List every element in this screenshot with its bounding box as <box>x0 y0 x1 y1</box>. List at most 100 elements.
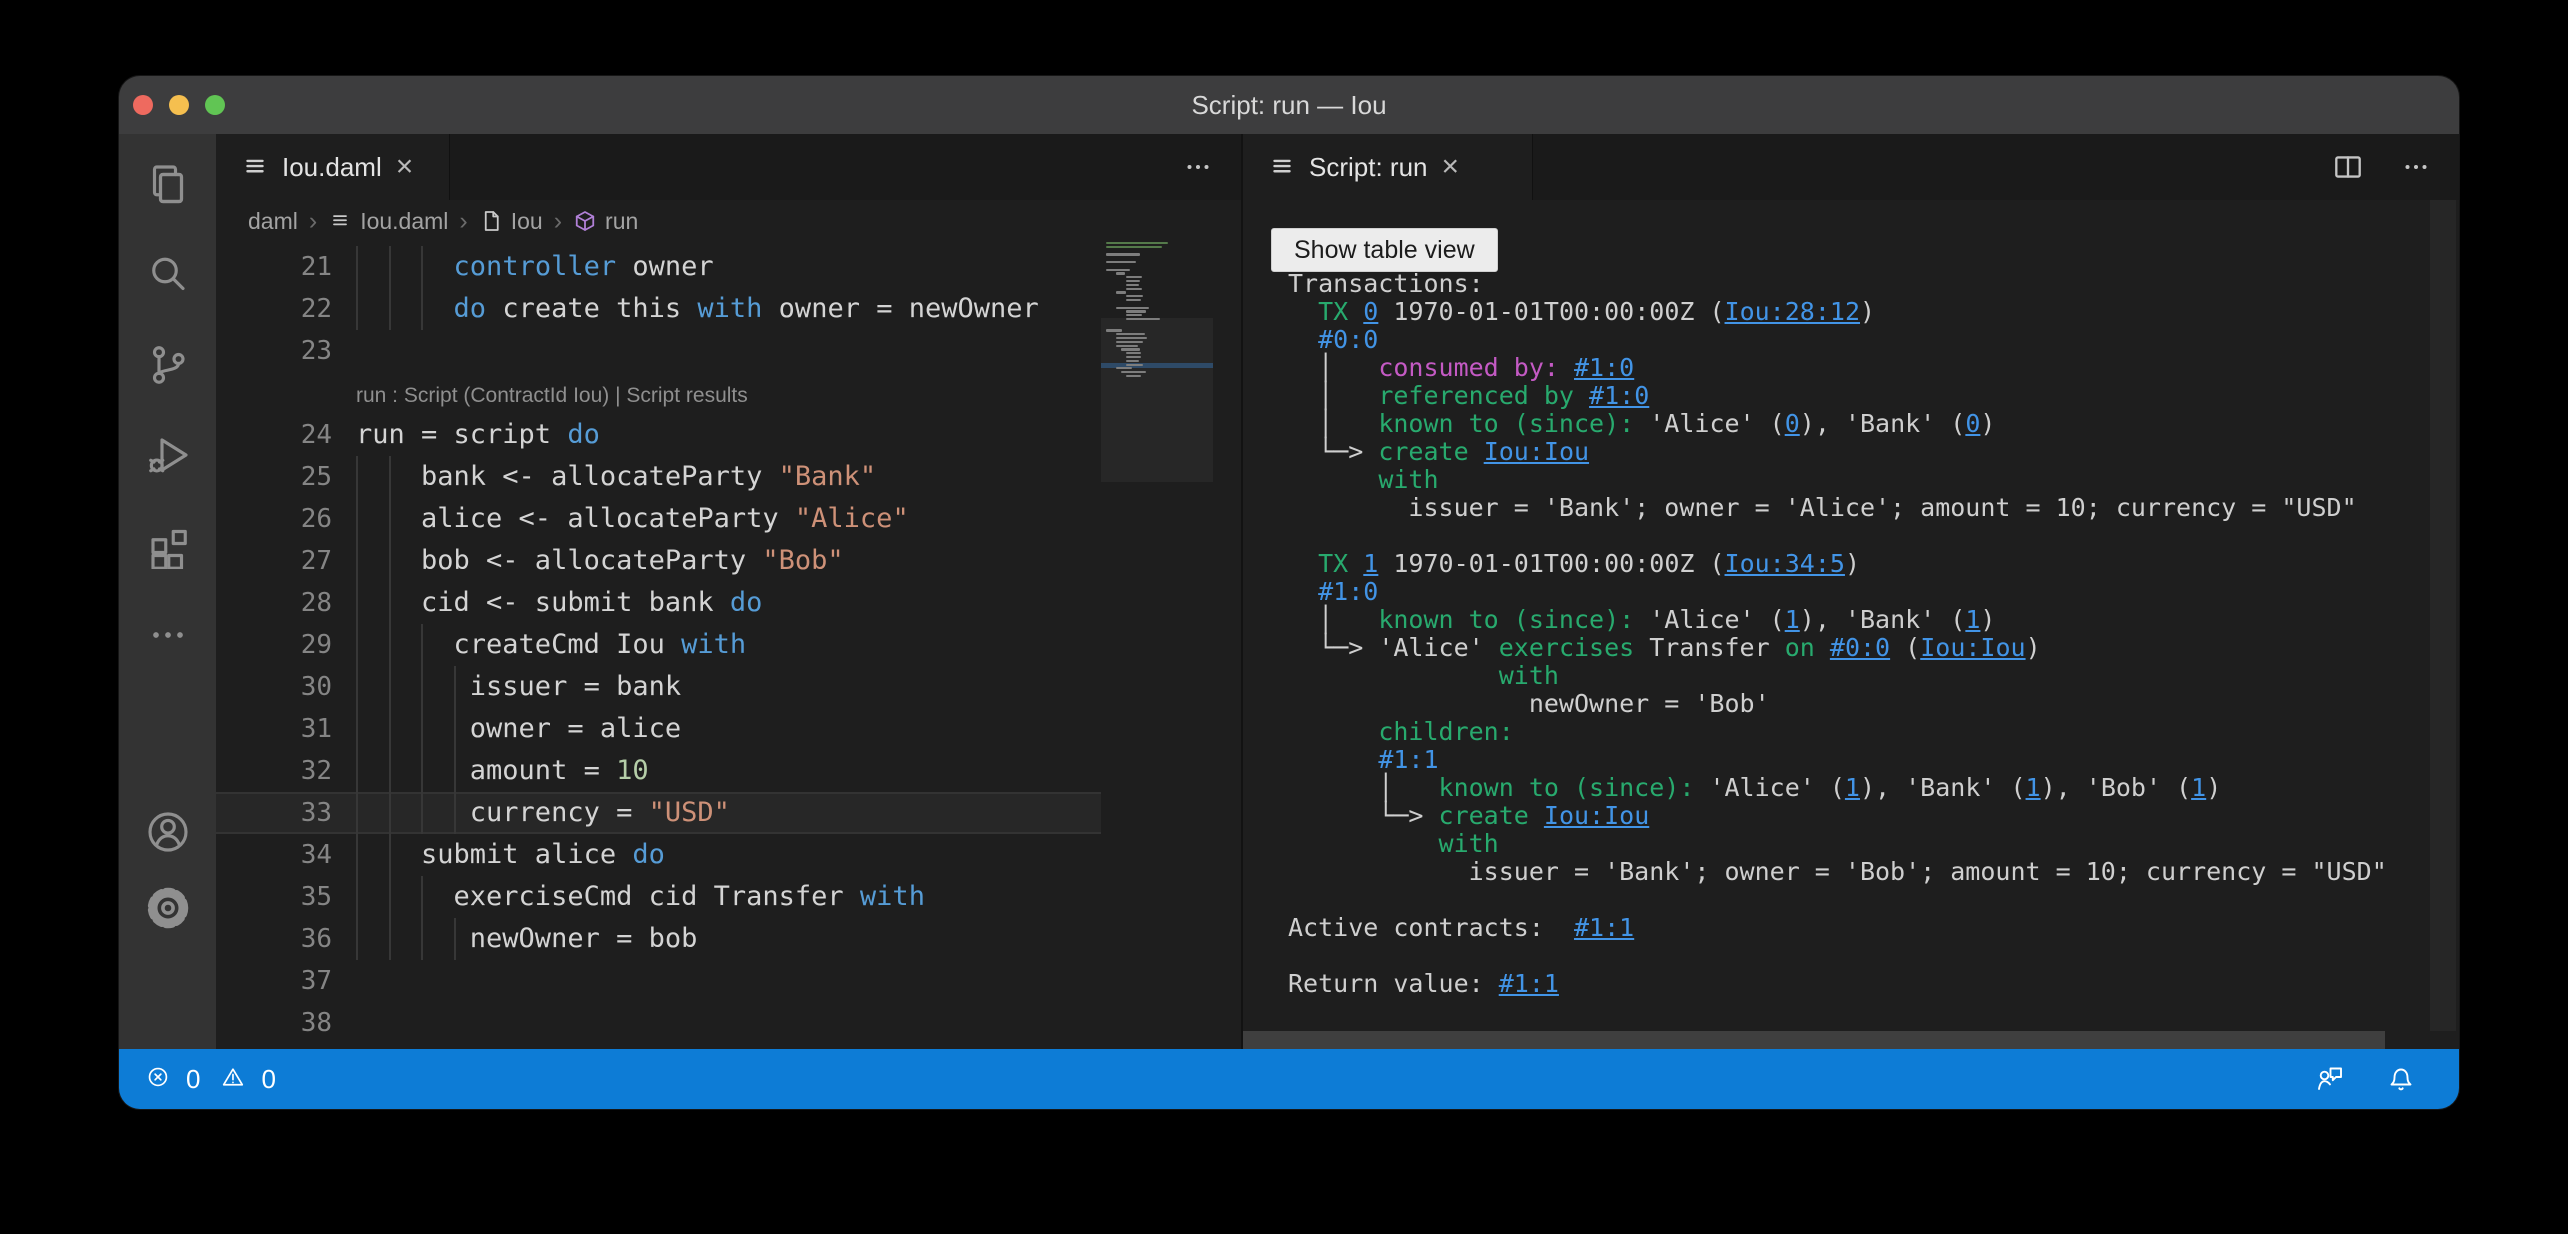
source-control-icon <box>144 341 192 389</box>
sidebar-item-explorer[interactable] <box>119 142 216 228</box>
feedback-button[interactable] <box>2315 1063 2347 1095</box>
indent-guide <box>389 750 391 792</box>
minimap[interactable] <box>1101 242 1213 622</box>
contract-link[interactable]: Iou:Iou <box>1484 437 1589 466</box>
code-line[interactable]: 26 alice <- allocateParty "Alice" <box>216 498 1101 540</box>
contract-link[interactable]: #1:1 <box>1574 913 1634 942</box>
code-line[interactable]: 25 bank <- allocateParty "Bank" <box>216 456 1101 498</box>
contract-link[interactable]: 1 <box>1785 605 1800 634</box>
indent-guide <box>356 582 358 624</box>
contract-link[interactable]: 1 <box>1965 605 1980 634</box>
code-line[interactable]: 36 newOwner = bob <box>216 918 1101 960</box>
codelens-link[interactable]: run : Script (ContractId Iou) <box>356 384 609 407</box>
close-icon[interactable]: × <box>1438 152 1464 182</box>
split-editor-icon[interactable] <box>2331 150 2365 184</box>
breadcrumb-item-iou[interactable]: Iou <box>479 208 543 235</box>
breadcrumb-item-iou-daml[interactable]: Iou.daml <box>328 208 448 235</box>
cube-icon <box>573 209 597 233</box>
indent-guide <box>389 246 391 288</box>
output-line: issuer = 'Bank'; owner = 'Alice'; amount… <box>1288 494 2387 522</box>
sidebar-item-accounts[interactable] <box>119 789 216 875</box>
sidebar-item-settings[interactable] <box>119 865 216 951</box>
contract-link[interactable]: 1 <box>1363 549 1378 578</box>
code-line[interactable]: 22 do create this with owner = newOwner <box>216 288 1101 330</box>
code-line[interactable]: 37 <box>216 960 1101 1002</box>
output-line: │ referenced by #1:0 <box>1288 382 2387 410</box>
contract-link[interactable]: #1:0 <box>1574 353 1634 382</box>
more-actions-icon[interactable] <box>1181 150 1215 184</box>
error-count: 0 <box>186 1064 200 1095</box>
codelens-line[interactable]: run : Script (ContractId Iou) | Script r… <box>216 372 1101 414</box>
output-line: └─> create Iou:Iou <box>1288 802 2387 830</box>
line-number: 31 <box>216 708 356 750</box>
sidebar-item-run-and-debug[interactable] <box>119 412 216 498</box>
sidebar-item-extensions[interactable] <box>119 502 216 588</box>
code-line[interactable]: 27 bob <- allocateParty "Bob" <box>216 540 1101 582</box>
code-line[interactable]: 38 <box>216 1002 1101 1044</box>
indent-guide <box>454 750 456 792</box>
indent-guide <box>356 918 358 960</box>
screen: Script: run — Iou Iou.daml × daml›Iou.da… <box>0 0 2568 1234</box>
code-line[interactable]: 21 controller owner <box>216 246 1101 288</box>
sidebar-item-search[interactable] <box>119 232 216 318</box>
notifications-icon <box>2385 1063 2417 1095</box>
contract-link[interactable]: 1 <box>2026 773 2041 802</box>
contract-link[interactable]: Iou:28:12 <box>1725 297 1860 326</box>
code-line[interactable]: 30 issuer = bank <box>216 666 1101 708</box>
file-lines-icon <box>328 209 352 233</box>
contract-link[interactable]: Iou:Iou <box>1920 633 2025 662</box>
line-number: 23 <box>216 330 356 372</box>
code-line[interactable]: 32 amount = 10 <box>216 750 1101 792</box>
contract-link[interactable]: 0 <box>1965 409 1980 438</box>
contract-link[interactable]: 0 <box>1363 297 1378 326</box>
activity-bar <box>119 134 216 1049</box>
tab-iou-daml[interactable]: Iou.daml × <box>216 134 450 200</box>
tab-label: Script: run <box>1309 152 1428 183</box>
more-actions-icon[interactable] <box>2399 150 2433 184</box>
code-line[interactable]: 24run = script do <box>216 414 1101 456</box>
script-results-webview: Show table view Transactions: TX 0 1970-… <box>1243 200 2459 1049</box>
code-line[interactable]: 35 exerciseCmd cid Transfer with <box>216 876 1101 918</box>
contract-link[interactable]: 1 <box>1845 773 1860 802</box>
breadcrumb-separator: › <box>554 207 562 236</box>
code-line[interactable]: 28 cid <- submit bank do <box>216 582 1101 624</box>
scrollbar-thumb[interactable] <box>1243 1031 2385 1049</box>
contract-link[interactable]: Iou:Iou <box>1544 801 1649 830</box>
indent-guide <box>356 498 358 540</box>
close-icon[interactable]: × <box>392 152 418 182</box>
tab-script-run[interactable]: Script: run × <box>1243 134 1533 200</box>
problems-indicator[interactable]: 0 0 <box>119 1064 276 1095</box>
code-line[interactable]: 31 owner = alice <box>216 708 1101 750</box>
contract-link[interactable]: #1:1 <box>1499 969 1559 998</box>
breadcrumb-item-daml[interactable]: daml <box>248 208 298 235</box>
codelens-link[interactable]: Script results <box>626 384 747 407</box>
line-number: 21 <box>216 246 356 288</box>
code-line[interactable]: 23 <box>216 330 1101 372</box>
sidebar-item-source-control[interactable] <box>119 322 216 408</box>
indent-guide <box>454 792 456 834</box>
contract-link[interactable]: 0 <box>1785 409 1800 438</box>
output-line: Active contracts: #1:1 <box>1288 914 2387 942</box>
indent-guide <box>389 666 391 708</box>
show-table-view-button[interactable]: Show table view <box>1271 228 1498 272</box>
notifications-button[interactable] <box>2385 1063 2417 1095</box>
code-line[interactable]: 33 currency = "USD" <box>216 792 1101 834</box>
output-line <box>1288 942 2387 970</box>
output-line <box>1288 886 2387 914</box>
contract-link[interactable]: #1:0 <box>1589 381 1649 410</box>
explorer-icon <box>144 161 192 209</box>
code-line[interactable]: 34 submit alice do <box>216 834 1101 876</box>
output-line: │ known to (since): 'Alice' (1), 'Bank' … <box>1288 606 2387 634</box>
webview-vertical-scrollbar[interactable] <box>2430 200 2456 1031</box>
breadcrumb-separator: › <box>309 207 317 236</box>
contract-link[interactable]: 1 <box>2191 773 2206 802</box>
contract-link[interactable]: #0:0 <box>1830 633 1890 662</box>
indent-guide <box>356 288 358 330</box>
contract-link[interactable]: Iou:34:5 <box>1725 549 1845 578</box>
indent-guide <box>356 246 358 288</box>
sidebar-item-more[interactable] <box>119 592 216 678</box>
indent-guide <box>421 750 423 792</box>
code-line[interactable]: 29 createCmd Iou with <box>216 624 1101 666</box>
breadcrumb-item-run[interactable]: run <box>573 208 638 235</box>
code-editor[interactable]: 21 controller owner22 do create this wit… <box>216 242 1241 1049</box>
